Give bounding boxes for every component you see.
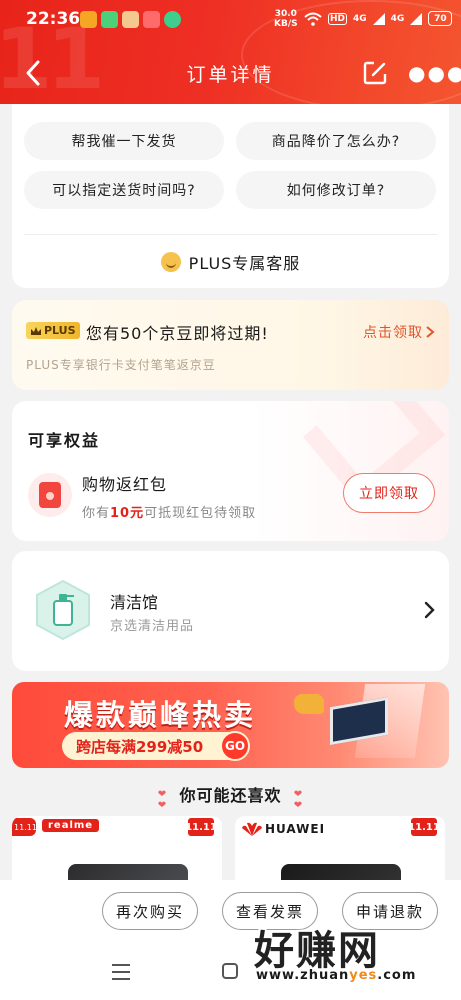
customer-service-card: 帮我催一下发货 商品降价了怎么办? 可以指定送货时间吗? 如何修改订单? PLU… [12, 104, 449, 288]
red-packet-title: 购物返红包 [82, 475, 168, 494]
app-notification-icon [80, 11, 97, 28]
signal-bars-icon-1 [372, 12, 385, 25]
jd-bean-expiry-card[interactable]: PLUS 您有50个京豆即将过期! PLUS专享银行卡支付笔笔返京豆 点击领取 [12, 300, 449, 390]
bean-expiry-subtitle: PLUS专享银行卡支付笔笔返京豆 [26, 358, 216, 372]
system-icons: HD 4G 4G 70 [304, 11, 453, 26]
claim-red-packet-button[interactable]: 立即领取 [343, 473, 435, 513]
signal-bars-icon-2 [410, 12, 423, 25]
faq-chip-delivery-time[interactable]: 可以指定送货时间吗? [24, 171, 224, 209]
red-packet-desc-prefix: 你有 [82, 506, 111, 521]
plus-badge-label: PLUS [44, 324, 76, 337]
notification-icons [80, 11, 181, 28]
wifi-icon [304, 12, 322, 26]
store-description: 京选清洁用品 [110, 619, 195, 634]
plus-service-button[interactable]: PLUS专属客服 [12, 248, 449, 276]
network-speed-value: 30.0 [274, 9, 297, 19]
faq-chip-price-drop[interactable]: 商品降价了怎么办? [236, 122, 436, 160]
watermark-url-suffix: .com [377, 968, 417, 983]
home-icon[interactable] [222, 963, 238, 979]
recommend-title-label: 你可能还喜欢 [179, 786, 282, 805]
plus-service-label: PLUS专属客服 [188, 254, 301, 273]
double11-badge-icon: 11.11 [408, 818, 440, 836]
watermark-url-prefix: www.zhuan [256, 968, 350, 983]
plus-badge: PLUS [26, 322, 80, 339]
status-bar: 22:36 30.0 KB/S HD 4G 4G 70 [0, 0, 461, 40]
claim-beans-link[interactable]: 点击领取 [363, 322, 435, 342]
banner-go-button[interactable]: GO [220, 731, 250, 761]
benefits-card: 可享权益 购物返红包 你有10元可抵现红包待领取 立即领取 [12, 401, 449, 541]
message-notification-icon [101, 11, 118, 28]
heart-decoration-icon: ❤❤ [157, 789, 168, 811]
signal-4g-icon-2: 4G [390, 13, 405, 24]
network-speed: 30.0 KB/S [274, 9, 298, 29]
red-packet-description: 你有10元可抵现红包待领取 [82, 502, 256, 521]
store-card[interactable]: 清洁馆 京选清洁用品 [12, 551, 449, 671]
faq-chip-modify-order[interactable]: 如何修改订单? [236, 171, 436, 209]
chevron-right-icon [426, 326, 435, 338]
recommend-title: ❤❤ 你可能还喜欢 ❤❤ [0, 782, 461, 811]
boot-product-image [294, 694, 324, 714]
site-watermark: 好赚网 www.zhuanyes.com [250, 918, 450, 990]
hd-icon: HD [328, 12, 348, 25]
banner-title: 爆款巅峰热卖 [64, 698, 257, 732]
double11-tag: 11.11 [12, 818, 37, 836]
red-packet-amount: 10元 [110, 506, 145, 521]
benefits-title: 可享权益 [28, 431, 101, 450]
game-notification-icon [122, 11, 139, 28]
chevron-right-icon [424, 601, 435, 619]
crown-icon [31, 326, 41, 335]
double11-badge-icon: 11.11 [185, 818, 217, 836]
recent-apps-icon[interactable] [112, 964, 130, 980]
claim-beans-label: 点击领取 [363, 325, 423, 341]
bean-expiry-title: 您有50个京豆即将过期! [86, 324, 269, 343]
faq-chip-urge-shipping[interactable]: 帮我催一下发货 [24, 122, 224, 160]
product-brand: HUAWEI [265, 822, 326, 836]
divider [24, 234, 437, 235]
heart-notification-icon [143, 11, 160, 28]
status-time: 22:36 [26, 9, 81, 29]
edit-note-icon[interactable] [362, 60, 388, 86]
app-header: 11 22:36 30.0 KB/S HD 4G 4G 70 订单详情 ●●● [0, 0, 461, 104]
network-speed-unit: KB/S [274, 19, 298, 29]
heart-decoration-icon: ❤❤ [293, 789, 304, 811]
page-title: 订单详情 [186, 64, 275, 86]
signal-4g-icon-1: 4G [353, 13, 367, 24]
cleaning-store-icon [36, 579, 90, 641]
title-bar: 订单详情 ●●● [0, 50, 461, 96]
smile-service-icon [160, 252, 181, 272]
battery-icon: 70 [428, 11, 453, 26]
more-options-icon[interactable]: ●●● [408, 63, 461, 83]
product-brand: realme [42, 819, 100, 832]
huawei-logo-icon [242, 822, 262, 836]
red-packet-desc-suffix: 可抵现红包待领取 [144, 506, 257, 521]
store-name: 清洁馆 [110, 593, 159, 612]
red-packet-icon [28, 473, 72, 517]
watermark-url: www.zhuanyes.com [256, 968, 416, 983]
chat-notification-icon [164, 11, 181, 28]
buy-again-button[interactable]: 再次购买 [102, 892, 198, 930]
promo-banner[interactable]: 爆款巅峰热卖 跨店每满299减50 GO [12, 682, 449, 768]
watermark-url-highlight: yes [349, 968, 378, 983]
